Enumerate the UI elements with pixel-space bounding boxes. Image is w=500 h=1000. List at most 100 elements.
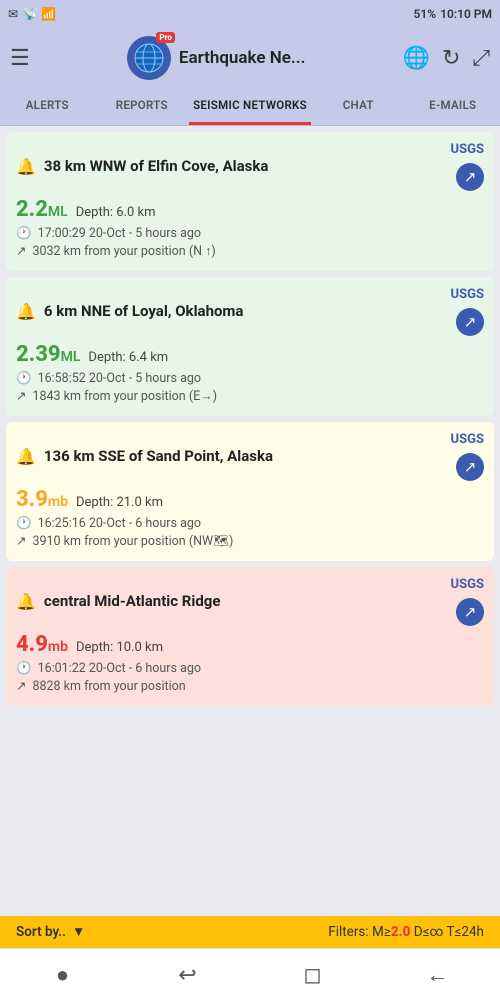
source-badge[interactable]: USGS bbox=[451, 287, 484, 302]
earthquake-card: 🔔 central Mid-Atlantic Ridge USGS ↗ 4.9 … bbox=[6, 567, 494, 706]
card-title-row: 🔔 central Mid-Atlantic Ridge bbox=[16, 592, 451, 612]
earthquake-card: 🔔 136 km SSE of Sand Point, Alaska USGS … bbox=[6, 422, 494, 561]
tab-bar: ALERTS REPORTS SEISMIC NETWORKS CHAT E-M… bbox=[0, 88, 500, 126]
share-button[interactable]: ↗ bbox=[456, 453, 484, 481]
magnitude-unit: ML bbox=[61, 349, 81, 365]
time-text: 16:01:22 20-Oct - 6 hours ago bbox=[38, 661, 201, 676]
depth-label: Depth: 10.0 km bbox=[76, 640, 163, 655]
source-share: USGS ↗ bbox=[451, 287, 484, 336]
source-badge[interactable]: USGS bbox=[451, 577, 484, 592]
clock-icon: 🕐 bbox=[16, 371, 32, 386]
earthquake-title: 38 km WNW of Elfin Cove, Alaska bbox=[44, 157, 269, 177]
distance-text: 3910 km from your position (NW🗺) bbox=[32, 534, 233, 549]
earthquake-card: 🔔 6 km NNE of Loyal, Oklahoma USGS ↗ 2.3… bbox=[6, 277, 494, 416]
header-action-icons: 🌐 ↻ ⤢ bbox=[403, 45, 490, 71]
distance-row: ↗ 8828 km from your position bbox=[16, 678, 484, 694]
app-logo: Pro bbox=[127, 36, 171, 80]
sort-chevron-icon: ▼ bbox=[72, 924, 85, 940]
expand-button[interactable]: ⤢ bbox=[472, 45, 490, 71]
tab-emails[interactable]: E-MAILS bbox=[406, 88, 500, 125]
magnitude-value: 2.2 bbox=[16, 197, 48, 222]
magnitude-row: 3.9 mb Depth: 21.0 km bbox=[16, 487, 484, 512]
filter-info: Filters: M≥2.0 D≤∞ T≤24h bbox=[328, 924, 484, 940]
card-body: 2.39 ML Depth: 6.4 km 🕐 16:58:52 20-Oct … bbox=[6, 342, 494, 416]
clock-icon: 🕐 bbox=[16, 661, 32, 676]
source-share: USGS ↗ bbox=[451, 142, 484, 191]
filter-prefix: Filters: M≥ bbox=[328, 924, 391, 940]
time-display: 10:10 PM bbox=[440, 7, 492, 21]
pro-badge: Pro bbox=[156, 32, 175, 43]
earthquake-icon: 🔔 bbox=[16, 302, 36, 321]
distance-row: ↗ 3910 km from your position (NW🗺) bbox=[16, 533, 484, 549]
magnitude-value: 4.9 bbox=[16, 632, 48, 657]
source-badge[interactable]: USGS bbox=[451, 142, 484, 157]
earthquake-icon: 🔔 bbox=[16, 592, 36, 611]
magnitude-row: 4.9 mb Depth: 10.0 km bbox=[16, 632, 484, 657]
tab-chat[interactable]: CHAT bbox=[311, 88, 406, 125]
signal-icon: 📡 bbox=[22, 7, 37, 21]
source-share: USGS ↗ bbox=[451, 577, 484, 626]
message-icon: ✉ bbox=[8, 7, 18, 21]
menu-button[interactable]: ☰ bbox=[10, 45, 30, 71]
filter-magnitude: 2.0 bbox=[391, 924, 411, 940]
magnitude-unit: mb bbox=[48, 639, 68, 655]
card-title-row: 🔔 6 km NNE of Loyal, Oklahoma bbox=[16, 302, 451, 322]
card-header: 🔔 central Mid-Atlantic Ridge USGS ↗ bbox=[6, 567, 494, 632]
earthquake-title: 6 km NNE of Loyal, Oklahoma bbox=[44, 302, 244, 322]
share-button[interactable]: ↗ bbox=[456, 308, 484, 336]
nav-square-button[interactable]: ◻ bbox=[289, 951, 337, 999]
distance-text: 1843 km from your position (E→) bbox=[32, 389, 217, 404]
header: ☰ Pro Earthquake Ne... 🌐 ↻ ⤢ bbox=[0, 28, 500, 88]
filter-bar: Sort by.. ▼ Filters: M≥2.0 D≤∞ T≤24h bbox=[0, 916, 500, 948]
battery-level: 51% bbox=[414, 7, 437, 21]
time-row: 🕐 17:00:29 20-Oct - 5 hours ago bbox=[16, 226, 484, 241]
status-icons-left: ✉ 📡 📶 bbox=[8, 7, 56, 21]
earthquake-icon: 🔔 bbox=[16, 157, 36, 176]
header-center: Pro Earthquake Ne... bbox=[127, 36, 306, 80]
status-right: 51% 10:10 PM bbox=[414, 7, 492, 21]
nav-reply-button[interactable]: ↩ bbox=[164, 951, 212, 999]
clock-icon: 🕐 bbox=[16, 226, 32, 241]
tab-seismic[interactable]: SEISMIC NETWORKS bbox=[189, 88, 311, 125]
depth-label: Depth: 6.0 km bbox=[76, 205, 156, 220]
card-title-row: 🔔 136 km SSE of Sand Point, Alaska bbox=[16, 447, 451, 467]
card-header: 🔔 6 km NNE of Loyal, Oklahoma USGS ↗ bbox=[6, 277, 494, 342]
nav-back-button[interactable]: ← bbox=[414, 951, 462, 999]
share-button[interactable]: ↗ bbox=[456, 598, 484, 626]
time-row: 🕐 16:25:16 20-Oct - 6 hours ago bbox=[16, 516, 484, 531]
source-badge[interactable]: USGS bbox=[451, 432, 484, 447]
time-row: 🕐 16:58:52 20-Oct - 5 hours ago bbox=[16, 371, 484, 386]
status-bar: ✉ 📡 📶 51% 10:10 PM bbox=[0, 0, 500, 28]
card-header: 🔔 38 km WNW of Elfin Cove, Alaska USGS ↗ bbox=[6, 132, 494, 197]
sort-label: Sort by.. bbox=[16, 924, 66, 940]
nav-dot-button[interactable]: ● bbox=[39, 951, 87, 999]
magnitude-value: 3.9 bbox=[16, 487, 48, 512]
time-text: 16:58:52 20-Oct - 5 hours ago bbox=[38, 371, 201, 386]
earthquake-list: 🔔 38 km WNW of Elfin Cove, Alaska USGS ↗… bbox=[0, 126, 500, 816]
magnitude-row: 2.39 ML Depth: 6.4 km bbox=[16, 342, 484, 367]
earthquake-title: central Mid-Atlantic Ridge bbox=[44, 592, 221, 612]
refresh-button[interactable]: ↻ bbox=[442, 45, 460, 71]
depth-label: Depth: 21.0 km bbox=[76, 495, 163, 510]
magnitude-unit: ML bbox=[48, 204, 68, 220]
card-body: 2.2 ML Depth: 6.0 km 🕐 17:00:29 20-Oct -… bbox=[6, 197, 494, 271]
distance-text: 3032 km from your position (N ↑) bbox=[32, 244, 215, 259]
direction-icon: ↗ bbox=[16, 388, 26, 404]
clock-icon: 🕐 bbox=[16, 516, 32, 531]
sort-by-button[interactable]: Sort by.. ▼ bbox=[16, 924, 85, 940]
share-button[interactable]: ↗ bbox=[456, 163, 484, 191]
direction-icon: ↗ bbox=[16, 678, 26, 694]
time-text: 17:00:29 20-Oct - 5 hours ago bbox=[38, 226, 201, 241]
card-header: 🔔 136 km SSE of Sand Point, Alaska USGS … bbox=[6, 422, 494, 487]
wifi-icon: 📶 bbox=[41, 7, 56, 21]
time-row: 🕐 16:01:22 20-Oct - 6 hours ago bbox=[16, 661, 484, 676]
card-body: 3.9 mb Depth: 21.0 km 🕐 16:25:16 20-Oct … bbox=[6, 487, 494, 561]
magnitude-value: 2.39 bbox=[16, 342, 61, 367]
earthquake-icon: 🔔 bbox=[16, 447, 36, 466]
tab-alerts[interactable]: ALERTS bbox=[0, 88, 95, 125]
earthquake-card: 🔔 38 km WNW of Elfin Cove, Alaska USGS ↗… bbox=[6, 132, 494, 271]
globe-button[interactable]: 🌐 bbox=[403, 45, 430, 71]
card-body: 4.9 mb Depth: 10.0 km 🕐 16:01:22 20-Oct … bbox=[6, 632, 494, 706]
direction-icon: ↗ bbox=[16, 243, 26, 259]
tab-reports[interactable]: REPORTS bbox=[95, 88, 190, 125]
